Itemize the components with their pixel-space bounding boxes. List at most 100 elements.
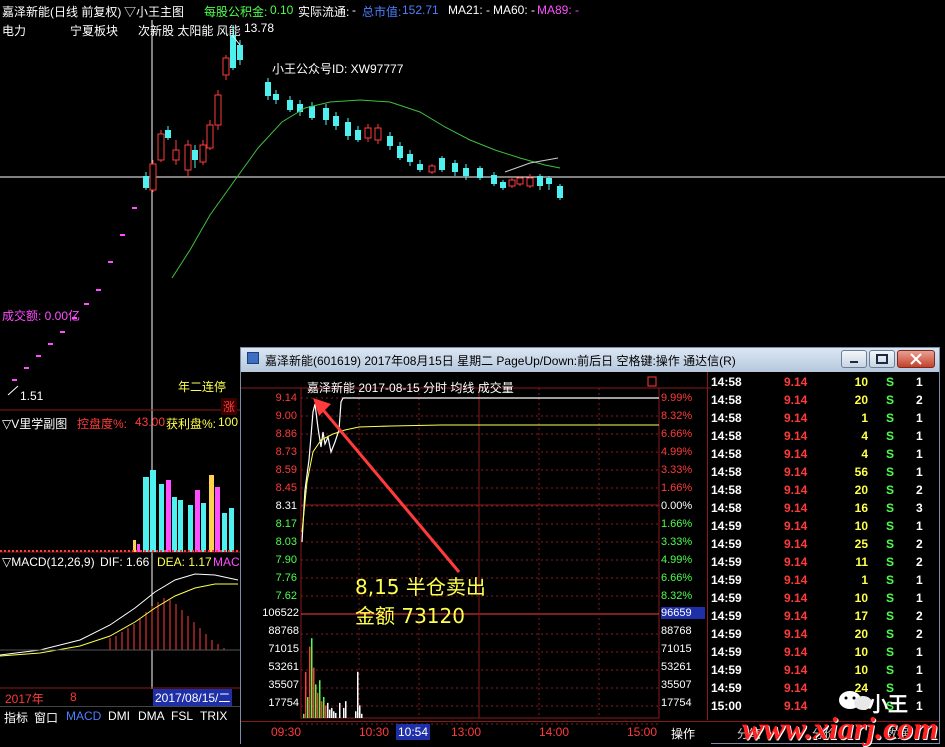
low-price-label: 1.51 <box>20 389 44 403</box>
percent-tick-label: 4.99% <box>661 554 693 566</box>
time-1300: 13:00 <box>451 725 482 739</box>
candle-body-down <box>309 106 315 118</box>
candle-body-down <box>143 176 149 188</box>
volume-tick-label: 106522 <box>262 607 299 619</box>
tick-time: 14:59 <box>711 627 742 641</box>
tick-time: 14:59 <box>711 519 742 533</box>
percent-tick-label: 3.33% <box>661 536 693 548</box>
tick-side: S <box>886 411 895 425</box>
volume-bar <box>329 709 331 718</box>
tick-num: 1 <box>916 375 923 389</box>
tick-time: 14:58 <box>711 483 742 497</box>
sub-panel-bars <box>133 470 234 552</box>
tick-row: 14:59 9.14 17 S 2 <box>708 609 939 627</box>
tick-num: 1 <box>916 573 923 587</box>
tick-num: 1 <box>916 429 923 443</box>
volume-bar <box>333 711 335 718</box>
intraday-popup-window[interactable]: 嘉泽新能(601619) 2017年08月15日 星期二 PageUp/Down… <box>240 347 940 745</box>
volume-bar <box>327 702 329 718</box>
tick-num: 1 <box>916 519 923 533</box>
tick-vol: 11 <box>855 555 868 569</box>
operate-button[interactable]: 操作 <box>671 725 695 742</box>
tick-num: 2 <box>916 483 923 497</box>
intraday-chart <box>241 372 711 745</box>
percent-tick-label: 8.32% <box>661 410 693 422</box>
tick-num: 1 <box>916 465 923 479</box>
volume-tick-label: 35507 <box>661 679 692 691</box>
tick-time: 14:59 <box>711 537 742 551</box>
volume-bar <box>339 702 341 718</box>
tick-row: 14:59 9.14 20 S 2 <box>708 627 939 645</box>
tick-side: S <box>886 573 895 587</box>
percent-tick-label: 6.66% <box>661 572 693 584</box>
tab-dma[interactable]: DMA <box>138 709 165 723</box>
candle-body-down <box>265 82 271 96</box>
maximize-button[interactable] <box>869 350 895 368</box>
tick-time: 14:58 <box>711 429 742 443</box>
tab-dmi[interactable]: DMI <box>108 709 130 723</box>
annotation-amount: 金额 73120 <box>355 604 465 628</box>
candle-body-down <box>477 168 483 178</box>
price-tick-label: 8.73 <box>275 446 297 458</box>
candle-body-down <box>546 178 552 184</box>
tick-price: 9.14 <box>784 555 808 569</box>
macd-dea: DEA: 1.17 <box>157 555 212 569</box>
percent-tick-label: 1.66% <box>661 518 693 530</box>
tick-num: 2 <box>916 609 923 623</box>
candle-body-up <box>206 124 214 149</box>
tick-side: S <box>886 555 895 569</box>
tick-time: 14:58 <box>711 393 742 407</box>
tick-num: 1 <box>916 411 923 425</box>
tick-price: 9.14 <box>784 411 808 425</box>
time-1500: 15:00 <box>627 725 658 739</box>
minimize-button[interactable] <box>841 350 867 368</box>
tab-fsl[interactable]: FSL <box>171 709 193 723</box>
tick-side: S <box>886 375 895 389</box>
popup-titlebar[interactable]: 嘉泽新能(601619) 2017年08月15日 星期二 PageUp/Down… <box>241 348 939 372</box>
candle-body-up <box>508 179 516 187</box>
tab-macd[interactable]: MACD <box>66 709 101 723</box>
volume-bar <box>361 713 363 718</box>
control-label: 控盘度%: <box>77 417 128 431</box>
sub-panel-title[interactable]: ▽V里学副图 <box>2 415 67 432</box>
volume-tick-label: 17754 <box>661 697 692 709</box>
volume-bar <box>321 701 323 718</box>
tick-row: 14:59 9.14 10 S 1 <box>708 519 939 537</box>
tick-side: S <box>886 645 895 659</box>
candle-body-down <box>230 35 236 68</box>
tick-side: S <box>886 627 895 641</box>
tab-trix[interactable]: TRIX <box>200 709 227 723</box>
macd-histogram <box>109 598 225 650</box>
tick-row: 14:59 9.14 10 S 1 <box>708 591 939 609</box>
close-icon <box>910 353 922 365</box>
tick-time: 14:59 <box>711 591 742 605</box>
tab-indicator[interactable]: 指标 <box>4 709 28 726</box>
tick-time: 14:59 <box>711 555 742 569</box>
tick-price: 9.14 <box>784 429 808 443</box>
candle-body-down <box>165 130 171 138</box>
macd-title[interactable]: ▽MACD(12,26,9) <box>2 555 95 569</box>
tick-row: 14:58 9.14 1 S 1 <box>708 411 939 429</box>
limit-up-dashes <box>12 207 137 381</box>
candle-body-down <box>407 154 413 162</box>
volume-bar <box>311 638 313 718</box>
tab-window[interactable]: 窗口 <box>34 709 58 726</box>
candle-body-down <box>500 182 506 188</box>
tick-price: 9.14 <box>784 483 808 497</box>
close-button[interactable] <box>897 350 935 368</box>
indicator-tabs: 指标 窗口 MACD DMI DMA FSL TRIX <box>0 706 240 726</box>
tick-num: 1 <box>916 645 923 659</box>
candle-body-up <box>157 133 165 161</box>
candle-body-down <box>463 168 469 176</box>
tick-vol: 20 <box>854 393 868 407</box>
volume-bar <box>309 646 311 718</box>
date-current: 2017/08/15/二 <box>153 689 233 706</box>
profit-label: 获利盘%: <box>166 417 217 431</box>
tick-price: 9.14 <box>784 375 808 389</box>
candle-body-down <box>273 94 279 100</box>
tick-num: 3 <box>916 501 923 515</box>
tick-num: 2 <box>916 537 923 551</box>
candle-body-up <box>374 127 382 141</box>
candle-body-up <box>222 57 230 76</box>
tick-num: 1 <box>916 591 923 605</box>
